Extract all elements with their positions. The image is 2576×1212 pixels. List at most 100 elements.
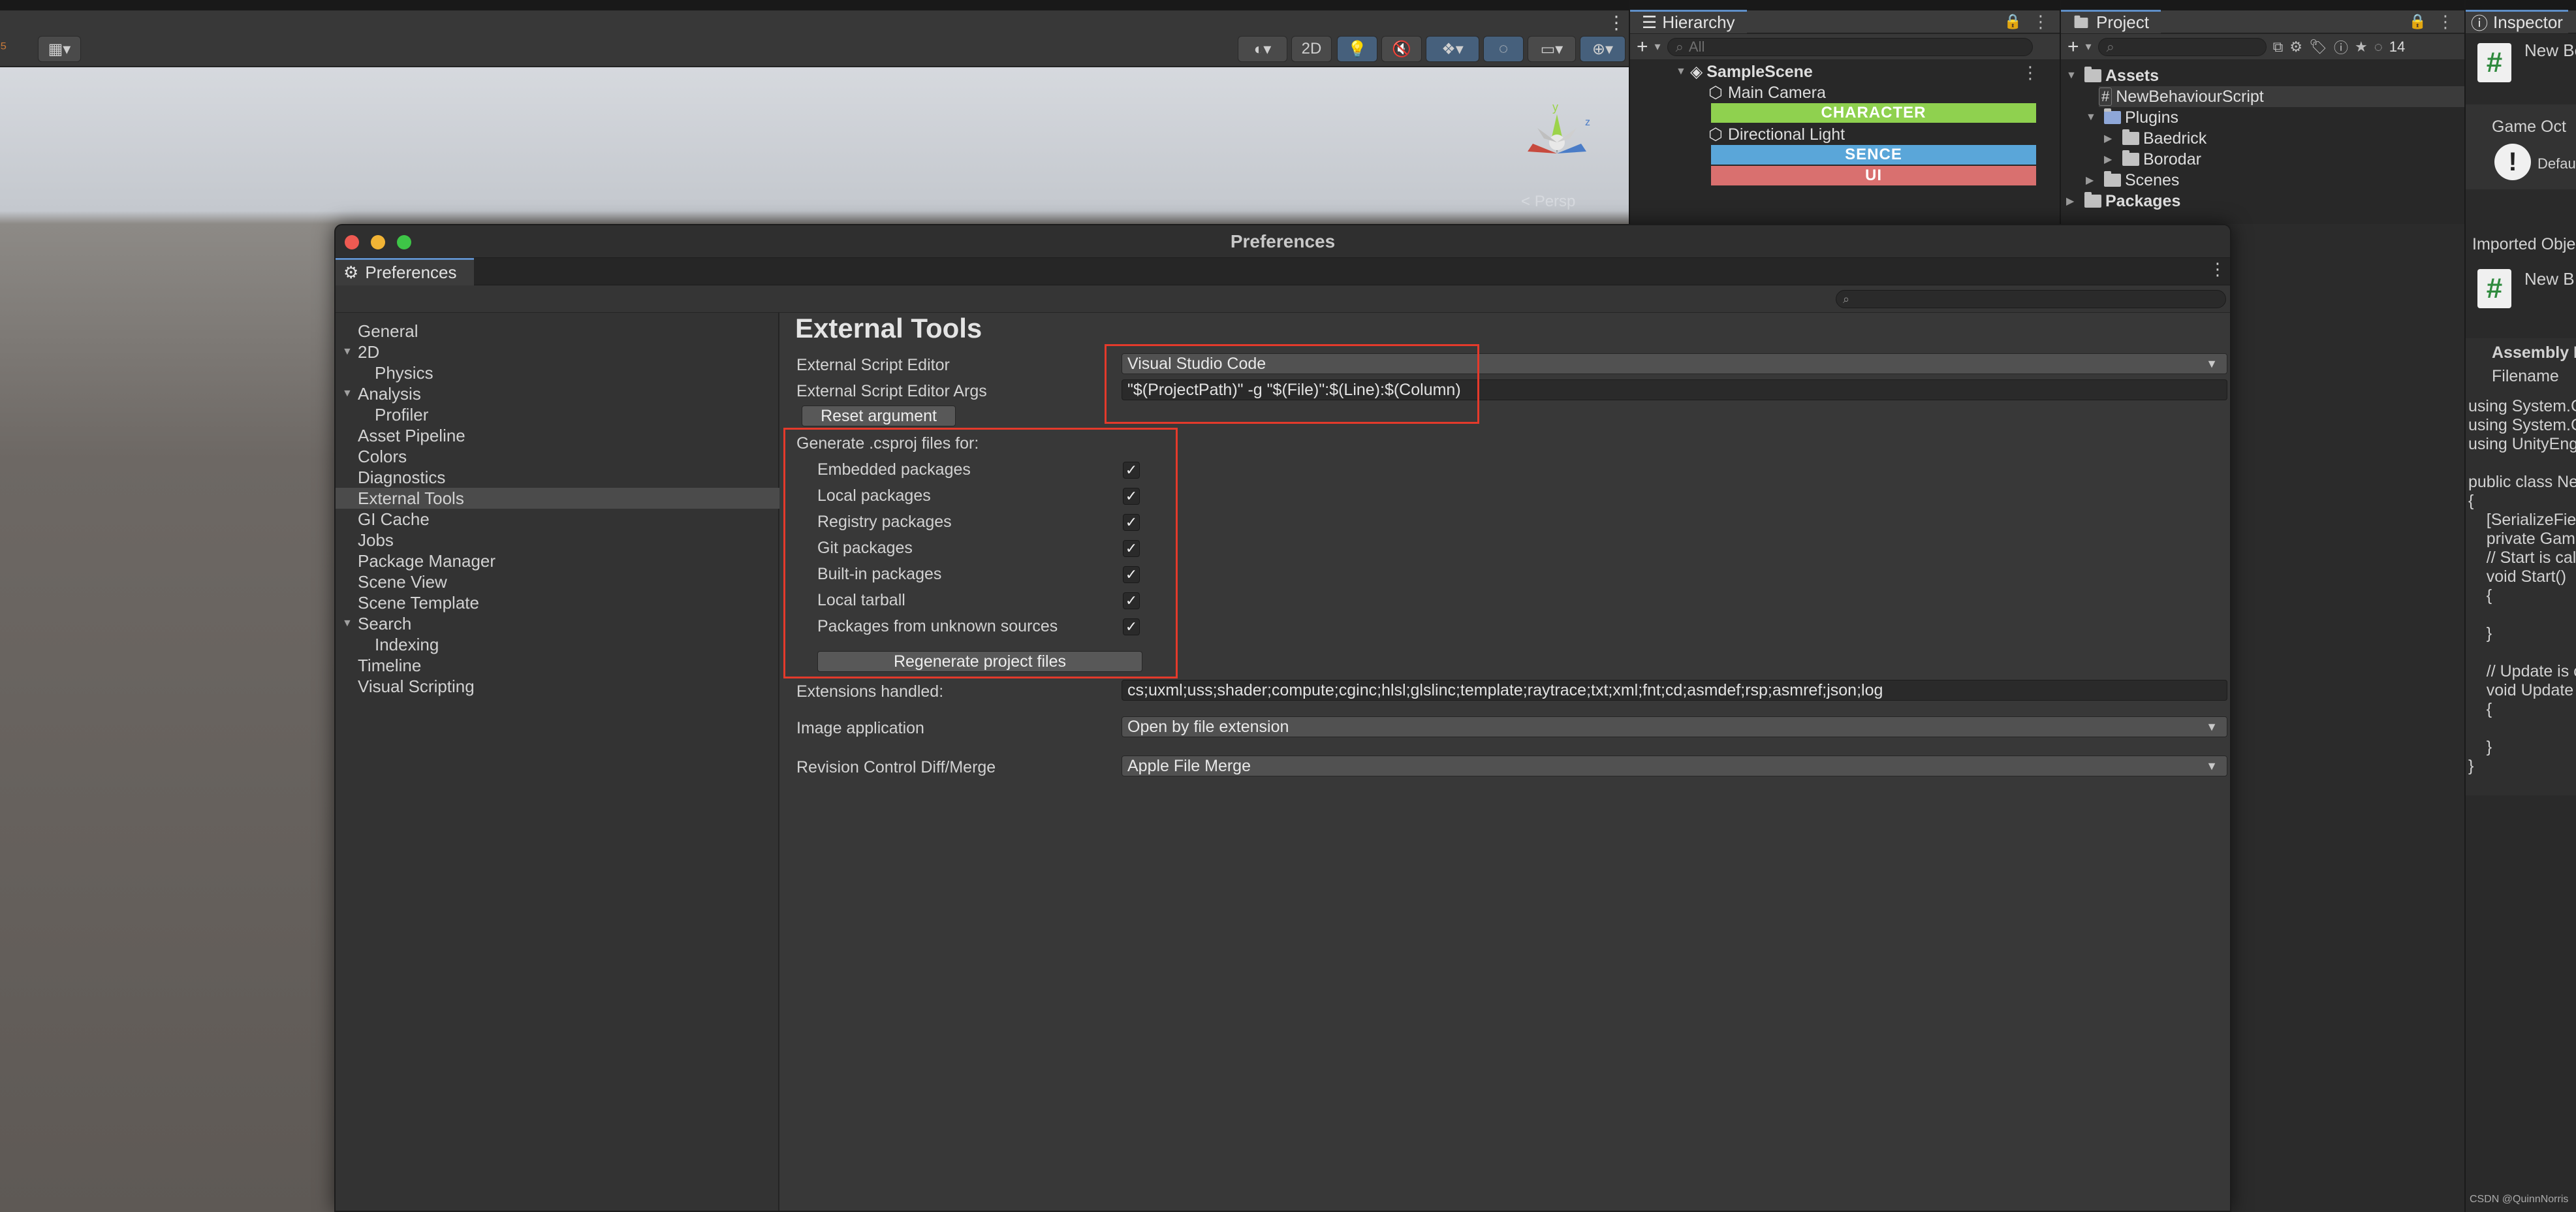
hidden-packages-icon[interactable]: ◌: [2374, 39, 2383, 56]
package-checkbox[interactable]: ✓: [1123, 488, 1140, 505]
scene-tool-icon[interactable]: ⁵: [0, 38, 20, 61]
sidebar-item-indexing[interactable]: Indexing: [336, 634, 779, 655]
sidebar-item-search[interactable]: ▼ Search: [336, 613, 779, 634]
hierarchy-add-button[interactable]: +: [1637, 36, 1648, 58]
preferences-tab[interactable]: ⚙ Preferences: [336, 258, 474, 285]
sidebar-item-diagnostics[interactable]: Diagnostics: [336, 467, 779, 488]
sidebar-item-2d[interactable]: ▼ 2D: [336, 342, 779, 362]
create-icon[interactable]: ⧉: [2273, 39, 2284, 56]
lock-icon[interactable]: 🔒: [2004, 13, 2022, 30]
package-checkbox[interactable]: ✓: [1123, 514, 1140, 531]
lighting-icon[interactable]: 💡: [1337, 36, 1377, 62]
project-item-scenes[interactable]: ▶ Scenes: [2086, 170, 2179, 191]
expand-triangle-icon[interactable]: ▼: [2086, 112, 2100, 123]
sidebar-item-package-manager[interactable]: Package Manager: [336, 550, 779, 571]
sidebar-item-jobs[interactable]: Jobs: [336, 530, 779, 550]
extensions-handled-value: cs;uxml;uss;shader;compute;cginc;hlsl;gl…: [1127, 680, 1883, 699]
project-tab[interactable]: Project: [2061, 10, 2161, 33]
draw-mode-icon[interactable]: ◐▾: [1238, 36, 1287, 62]
project-item-newbehaviourscript[interactable]: # NewBehaviourScript: [2099, 86, 2466, 107]
regenerate-project-files-button[interactable]: Regenerate project files: [817, 651, 1142, 672]
project-item-packages[interactable]: ▶ Packages: [2066, 191, 2180, 212]
hierarchy-more-icon[interactable]: ⋮: [2032, 12, 2049, 32]
hierarchy-item-directional-light[interactable]: ⬡ Directional Light: [1708, 124, 1845, 145]
star-icon[interactable]: ★: [2355, 39, 2368, 56]
sidebar-item-external-tools[interactable]: External Tools: [336, 488, 779, 509]
preferences-more-icon[interactable]: ⋮: [2209, 259, 2226, 279]
camera-icon[interactable]: ▭▾: [1528, 36, 1576, 62]
preferences-search-input[interactable]: ⌕: [1836, 290, 2226, 308]
chevron-down-icon[interactable]: ▾: [1655, 40, 1661, 54]
hierarchy-search-input[interactable]: ⌕ All: [1667, 37, 2033, 56]
minimize-window-button[interactable]: [371, 235, 385, 249]
expand-triangle-icon[interactable]: ▼: [342, 388, 353, 400]
revision-control-value: Apple File Merge: [1127, 756, 1251, 775]
sidebar-item-asset-pipeline[interactable]: Asset Pipeline: [336, 425, 779, 446]
expand-triangle-icon[interactable]: ▶: [2104, 132, 2118, 145]
close-window-button[interactable]: [345, 235, 359, 249]
label-icon[interactable]: 🏷: [2309, 39, 2327, 56]
grid-snap-icon[interactable]: ▦▾: [38, 36, 81, 62]
sidebar-item-profiler[interactable]: Profiler: [336, 404, 779, 425]
inspector-tab[interactable]: ⓘ Inspector: [2466, 10, 2568, 33]
project-item-baedrick[interactable]: ▶ Baedrick: [2104, 128, 2207, 149]
project-search-input[interactable]: ⌕: [2097, 37, 2267, 56]
sidebar-item-general[interactable]: General: [336, 321, 779, 342]
image-application-dropdown[interactable]: Open by file extension ▼: [1122, 716, 2227, 737]
project-more-icon[interactable]: ⋮: [2437, 12, 2454, 32]
expand-triangle-icon[interactable]: ▼: [1676, 66, 1690, 78]
package-checkbox[interactable]: ✓: [1123, 566, 1140, 583]
project-add-button[interactable]: +: [2067, 36, 2079, 58]
package-checkbox[interactable]: ✓: [1123, 540, 1140, 557]
info-icon[interactable]: ⓘ: [2334, 37, 2348, 57]
sidebar-item-gi-cache[interactable]: GI Cache: [336, 509, 779, 530]
package-checkbox[interactable]: ✓: [1123, 618, 1140, 635]
hidden-objects-icon[interactable]: ◌: [1483, 36, 1524, 62]
expand-triangle-icon[interactable]: ▶: [2104, 153, 2118, 166]
reset-argument-button[interactable]: Reset argument: [802, 406, 956, 426]
revision-control-dropdown[interactable]: Apple File Merge ▼: [1122, 756, 2227, 776]
audio-icon[interactable]: 🔇: [1381, 36, 1422, 62]
sidebar-item-scene-view[interactable]: Scene View: [336, 571, 779, 592]
expand-triangle-icon[interactable]: ▶: [2066, 195, 2081, 208]
project-item-borodar[interactable]: ▶ Borodar: [2104, 149, 2201, 170]
expand-triangle-icon[interactable]: ▼: [342, 618, 353, 630]
sidebar-item-scene-template[interactable]: Scene Template: [336, 592, 779, 613]
hierarchy-item-sence[interactable]: SENCE: [1711, 145, 2036, 165]
zoom-window-button[interactable]: [397, 235, 411, 249]
lock-icon[interactable]: 🔒: [2409, 13, 2427, 30]
hierarchy-tab[interactable]: ☰ Hierarchy: [1630, 10, 1747, 33]
sidebar-item-physics[interactable]: Physics: [336, 362, 779, 383]
hierarchy-item-character[interactable]: CHARACTER: [1711, 103, 2036, 123]
project-item-plugins[interactable]: ▼ Plugins: [2086, 107, 2178, 128]
chevron-down-icon[interactable]: ▾: [2086, 40, 2092, 54]
orientation-gizmo-icon[interactable]: y z: [1515, 91, 1599, 176]
package-checkbox[interactable]: ✓: [1123, 592, 1140, 609]
sidebar-item-colors[interactable]: Colors: [336, 446, 779, 467]
project-item-assets[interactable]: ▼ Assets: [2066, 65, 2159, 86]
script-editor-args-input[interactable]: "$(ProjectPath)" -g "$(File)":$(Line):$(…: [1122, 379, 2227, 400]
external-script-editor-dropdown[interactable]: Visual Studio Code ▼: [1122, 353, 2227, 374]
gizmos-icon[interactable]: ⊕▾: [1580, 36, 1626, 62]
expand-triangle-icon[interactable]: ▼: [342, 346, 353, 358]
scene-more-icon[interactable]: ⋮: [1607, 12, 1626, 35]
effects-icon[interactable]: ❖▾: [1426, 36, 1479, 62]
filter-type-icon[interactable]: ⚙: [2289, 39, 2302, 56]
scene-row[interactable]: ▼ ◈ SampleScene: [1676, 61, 1813, 82]
sidebar-item-visual-scripting[interactable]: Visual Scripting: [336, 676, 779, 697]
hierarchy-item-main-camera[interactable]: ⬡ Main Camera: [1708, 82, 1826, 103]
package-label: Built-in packages: [817, 565, 942, 583]
scene-more-icon[interactable]: ⋮: [2022, 63, 2039, 83]
sidebar-item-label: Diagnostics: [358, 467, 446, 487]
package-checkbox[interactable]: ✓: [1123, 462, 1140, 479]
hierarchy-item-ui[interactable]: UI: [1711, 166, 2036, 185]
expand-triangle-icon[interactable]: ▶: [2086, 174, 2100, 187]
expand-triangle-icon[interactable]: ▼: [2066, 70, 2081, 82]
sidebar-item-analysis[interactable]: ▼ Analysis: [336, 383, 779, 404]
extensions-handled-input[interactable]: cs;uxml;uss;shader;compute;cginc;hlsl;gl…: [1122, 680, 2227, 701]
persp-label[interactable]: < Persp: [1521, 193, 1575, 211]
mode-2d-button[interactable]: 2D: [1291, 36, 1332, 62]
gizmo-z-label: z: [1585, 117, 1590, 128]
sidebar-item-timeline[interactable]: Timeline: [336, 655, 779, 676]
